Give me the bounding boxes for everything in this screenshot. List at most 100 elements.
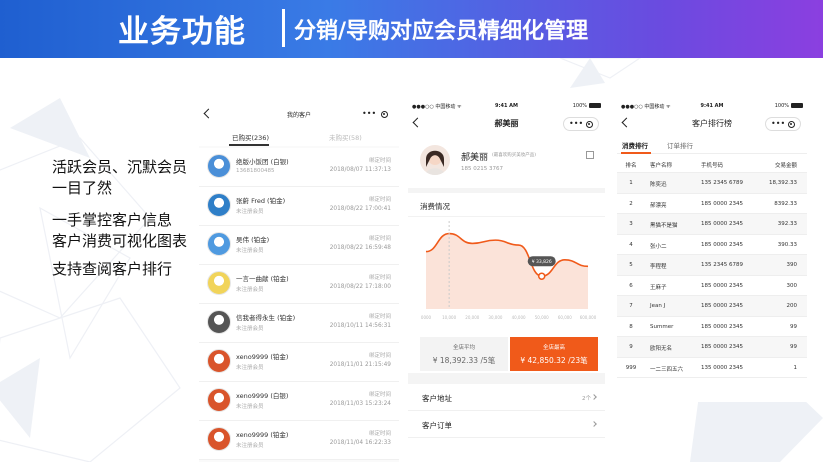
rank-cell: 2 <box>629 200 633 207</box>
ranking-table: 排名 客户名称 手机号码 交易金额 1 陈奕迅 135 2345 6789 18,39… <box>617 154 807 378</box>
bind-time-label: 绑定时间 <box>368 275 391 281</box>
table-row[interactable]: 1 陈奕迅 135 2345 6789 18,392.33 <box>617 173 807 194</box>
chevron-right-icon <box>591 394 597 400</box>
mini-program-capsule[interactable]: ••• <box>563 117 599 131</box>
customer-note: (最喜欢购买美妆产品) <box>492 153 537 158</box>
customer-row[interactable]: xeno9999 (铂金) 未注册会员 绑定时间 2018/11/04 16:22:3… <box>199 421 399 460</box>
bind-time-label: 绑定时间 <box>368 158 391 164</box>
name-cell: 一二三四五六 <box>650 366 684 373</box>
name-cell: 李程程 <box>650 264 667 270</box>
amount-cell: 18,392.33 <box>769 180 797 186</box>
customer-row[interactable]: 一言一曲献 (铂金) 未注册会员 绑定时间 2018/08/22 17:18:00 <box>199 265 399 304</box>
bind-time: 2018/11/04 16:22:33 <box>329 440 391 446</box>
feature-list: 活跃会员、沉默会员一目了然 一手掌控客户信息 客户消费可视化图表 支持查阅客户排… <box>52 157 192 280</box>
edit-icon[interactable] <box>586 151 594 159</box>
name-cell: 郝漂亮 <box>650 202 667 209</box>
rank-cell: 4 <box>629 241 633 248</box>
phone-cell: 135 0000 2345 <box>701 364 743 371</box>
customer-name: xeno9999 (白银) <box>236 392 289 400</box>
menu-customer-orders[interactable]: 客户订单 <box>408 411 605 438</box>
title-divider <box>282 9 285 47</box>
table-row[interactable]: 3 黑猫不是猫 185 0000 2345 392.33 <box>617 214 807 235</box>
amount-cell: 392.33 <box>777 221 797 227</box>
table-row[interactable]: 8 Summer 185 0000 2345 99 <box>617 317 807 337</box>
menu-label: 客户订单 <box>422 421 452 430</box>
customer-status: 未注册会员 <box>236 404 264 410</box>
rank-cell: 1 <box>629 180 633 186</box>
phone-cell: 135 2345 6789 <box>701 180 743 186</box>
bind-time-label: 绑定时间 <box>368 353 391 359</box>
divider <box>408 373 605 384</box>
more-icon[interactable]: ••• <box>569 120 583 128</box>
navbar: 客户排行榜 ••• <box>617 111 807 137</box>
customer-name: 绝版小饭团 (白银) <box>236 158 289 166</box>
navbar: 我的客户 ••• <box>199 102 399 128</box>
mini-program-capsule[interactable]: ••• <box>765 117 801 131</box>
table-row[interactable]: 999 一二三四五六 135 0000 2345 1 <box>617 358 807 378</box>
customer-row[interactable]: xeno9999 (白银) 未注册会员 绑定时间 2018/11/03 15:23:2… <box>199 382 399 421</box>
close-circle-icon[interactable] <box>788 121 795 128</box>
table-row[interactable]: 6 王麻子 185 0000 2345 300 <box>617 276 807 296</box>
store-highest-card: 全店最高 ¥ 42,850.32 /23笔 <box>510 337 598 371</box>
name-cell: 黑猫不是猫 <box>650 223 678 229</box>
name-cell: Summer <box>650 323 674 330</box>
battery-indicator: 100% <box>573 103 601 109</box>
customer-row[interactable]: 吴伟 (铂金) 未注册会员 绑定时间 2018/08/22 16:59:48 <box>199 226 399 265</box>
avatar <box>420 145 450 175</box>
more-icon[interactable]: ••• <box>362 110 376 118</box>
my-customers-screen: 我的客户 ••• 已购买(236) 未购买(58) 绝版小饭团 (白银) 1368… <box>199 102 399 462</box>
table-row[interactable]: 5 李程程 135 2345 6789 390 <box>617 255 807 276</box>
customer-row[interactable]: 张蔚 Fred (铂金) 未注册会员 绑定时间 2018/08/22 17:00:41 <box>199 187 399 226</box>
table-row[interactable]: 9 欧阳无名 185 0000 2345 99 <box>617 337 807 358</box>
card-label: 全店最高 <box>542 345 565 351</box>
menu-customer-address[interactable]: 客户地址 2个 <box>408 384 605 411</box>
customer-row[interactable]: 信我者得永生 (铂金) 未注册会员 绑定时间 2018/10/11 14:56:31 <box>199 304 399 343</box>
bind-time-label: 绑定时间 <box>368 314 391 320</box>
column-header: 客户名称 <box>650 163 673 169</box>
customer-profile: 郝美丽 (最喜欢购买美妆产品) 185 0215 3767 <box>408 137 605 193</box>
rank-cell: 999 <box>625 364 637 371</box>
tab-not-purchased[interactable]: 未购买(58) <box>329 132 362 142</box>
chart-highlight-point[interactable] <box>537 272 546 280</box>
customer-row[interactable]: 绝版小饭团 (白银) 13681800485 绑定时间 2018/08/07 11:3… <box>199 148 399 187</box>
amount-cell: 300 <box>786 282 798 289</box>
customer-tabs: 已购买(236) 未购买(58) <box>199 128 399 146</box>
customer-detail-screen: ●●●○○ 中国移动 ᯤ 9:41 AM 100% 郝美丽 ••• 郝美丽 (最… <box>408 100 605 462</box>
name-cell: 王麻子 <box>650 284 667 291</box>
customer-phone: 185 0215 3767 <box>461 166 503 172</box>
name-cell: 陈奕迅 <box>650 182 667 188</box>
menu-label: 客户地址 <box>422 394 452 403</box>
x-tick-label: 30,000 <box>488 315 502 320</box>
page-subtitle: 分销/导购对应会员精细化管理 <box>294 19 589 44</box>
customer-name: 信我者得永生 (铂金) <box>236 314 296 322</box>
battery-indicator: 100% <box>775 103 803 109</box>
rank-cell: 7 <box>629 303 633 309</box>
feature-item: 客户消费可视化图表 <box>52 232 188 250</box>
bind-time-label: 绑定时间 <box>368 236 391 242</box>
x-tick-label: 20,000 <box>465 315 479 320</box>
bind-time: 2018/11/03 15:23:24 <box>329 401 391 407</box>
x-tick-label: 600,000 <box>580 315 597 320</box>
x-tick-label: 50,000 <box>535 315 549 320</box>
bind-time-label: 绑定时间 <box>368 197 391 203</box>
phone-cell: 185 0000 2345 <box>701 303 743 309</box>
customer-name: xeno9999 (铂金) <box>236 353 289 361</box>
phone-cell: 185 0000 2345 <box>701 221 743 227</box>
card-value: ¥ 42,850.32 /23笔 <box>520 356 588 365</box>
customer-row[interactable]: xeno9999 (铂金) 未注册会员 绑定时间 2018/11/01 21:15:4… <box>199 343 399 382</box>
close-circle-icon[interactable] <box>586 121 593 128</box>
table-row[interactable]: 7 Jean J 185 0000 2345 200 <box>617 296 807 317</box>
tab-consumption-ranking[interactable]: 消费排行 <box>622 140 648 150</box>
tab-purchased[interactable]: 已购买(236) <box>232 132 269 142</box>
mini-program-capsule[interactable]: ••• <box>357 108 393 122</box>
rank-cell: 3 <box>629 221 633 227</box>
close-circle-icon[interactable] <box>381 111 388 118</box>
tab-order-ranking[interactable]: 订单排行 <box>667 140 693 150</box>
table-row[interactable]: 2 郝漂亮 185 0000 2345 8392.33 <box>617 194 807 214</box>
avatar <box>207 154 231 178</box>
customer-ranking-screen: ●●●○○ 中国移动 ᯤ 9:41 AM 100% 客户排行榜 ••• 消费排行… <box>617 100 807 402</box>
bind-time-label: 绑定时间 <box>368 431 391 437</box>
table-row[interactable]: 4 张小二 185 0000 2345 390.33 <box>617 235 807 255</box>
more-icon[interactable]: ••• <box>771 120 785 128</box>
avatar <box>207 349 231 373</box>
